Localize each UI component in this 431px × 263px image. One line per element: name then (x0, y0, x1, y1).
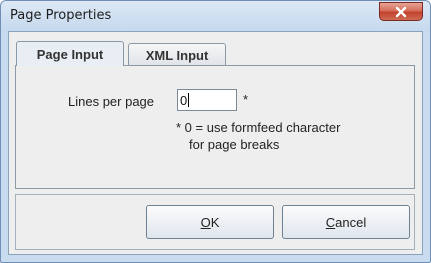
dialog-content: Page Input XML Input Lines per page 0 * … (8, 31, 423, 255)
button-bar: OK Cancel (15, 194, 415, 250)
close-button[interactable] (379, 2, 423, 21)
title-bar[interactable]: Page Properties (1, 1, 430, 31)
ok-label-rest: K (210, 214, 220, 230)
ok-mnemonic: O (200, 214, 211, 230)
cancel-button[interactable]: Cancel (282, 205, 410, 239)
formfeed-note: * 0 = use formfeed character for page br… (176, 119, 340, 153)
window-title: Page Properties (10, 8, 112, 23)
lines-per-page-input[interactable]: 0 (177, 89, 237, 111)
page-properties-dialog: Page Properties Page Input XML Input Lin… (0, 0, 431, 263)
close-icon (395, 6, 407, 17)
cancel-label-rest: ancel (335, 214, 367, 230)
formfeed-note-line2: for page breaks (189, 137, 280, 152)
cancel-mnemonic: C (325, 214, 336, 230)
text-caret (188, 93, 190, 107)
tab-page-input[interactable]: Page Input (16, 41, 124, 66)
tab-xml-input[interactable]: XML Input (128, 43, 226, 66)
page-input-panel: Lines per page 0 * * 0 = use formfeed ch… (15, 65, 415, 189)
formfeed-note-line1: * 0 = use formfeed character (176, 120, 341, 135)
required-asterisk: * (243, 92, 249, 107)
lines-per-page-value: 0 (180, 93, 188, 108)
tab-page-input-label: Page Input (36, 46, 104, 62)
tab-xml-input-label: XML Input (145, 47, 209, 63)
lines-per-page-label: Lines per page (68, 94, 155, 109)
ok-button[interactable]: OK (146, 205, 274, 239)
